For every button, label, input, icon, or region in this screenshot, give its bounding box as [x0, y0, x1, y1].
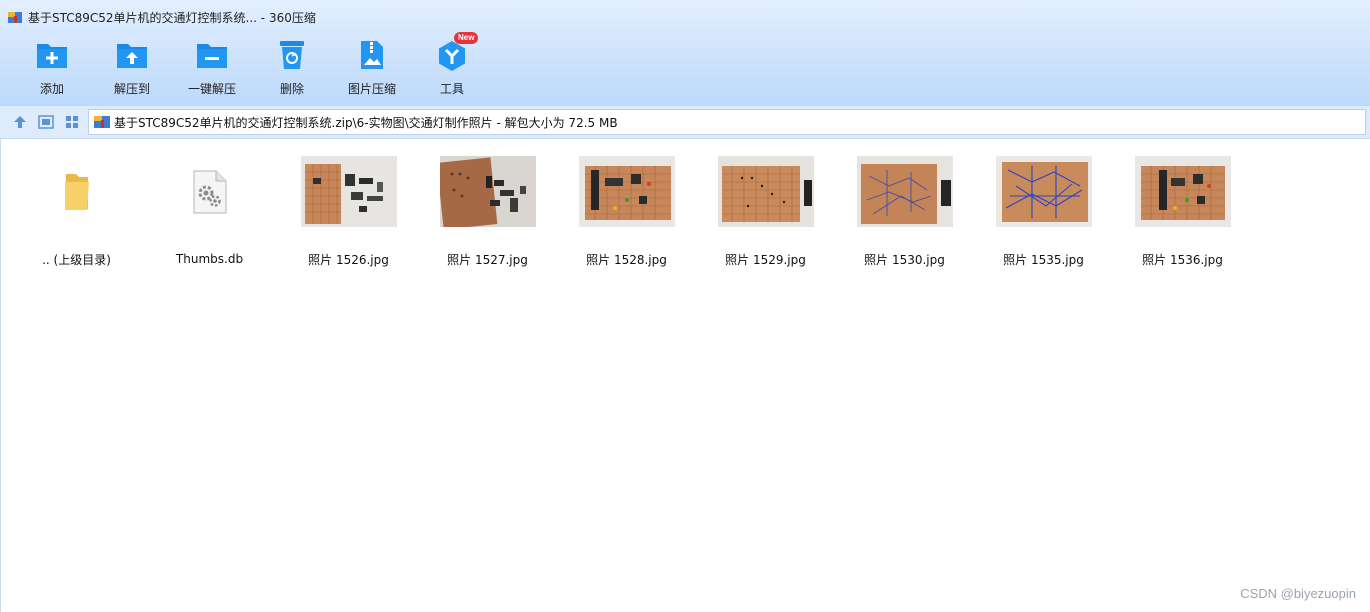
navigation-bar: 基于STC89C52单片机的交通灯控制系统.zip\6-实物图\交通灯制作照片 …: [0, 106, 1370, 139]
file-item-photo-1536[interactable]: 照片 1536.jpg: [1113, 156, 1252, 268]
zip-archive-icon: [94, 116, 110, 128]
photo-thumbnail: [578, 156, 675, 227]
title-bar: 基于STC89C52单片机的交通灯控制系统... - 360压缩: [0, 0, 1370, 34]
image-compress-label: 图片压缩: [347, 82, 396, 96]
extract-to-icon: [117, 44, 147, 68]
image-compress-button[interactable]: 图片压缩: [332, 38, 412, 102]
extract-to-label: 解压到: [113, 82, 150, 96]
photo-thumbnail: [717, 156, 814, 227]
settings-file-icon: [193, 170, 226, 214]
photo-thumbnail: [1134, 156, 1231, 227]
file-item-thumbs-db[interactable]: Thumbs.db: [140, 156, 279, 268]
watermark: CSDN @biyezuopin: [1240, 586, 1356, 601]
file-name: 照片 1536.jpg: [1142, 253, 1223, 267]
file-item-photo-1529[interactable]: 照片 1529.jpg: [696, 156, 835, 268]
file-item-parent-folder[interactable]: .. (上级目录): [7, 156, 146, 268]
address-bar[interactable]: 基于STC89C52单片机的交通灯控制系统.zip\6-实物图\交通灯制作照片 …: [88, 109, 1366, 135]
one-click-extract-icon: [197, 44, 227, 68]
file-item-photo-1528[interactable]: 照片 1528.jpg: [557, 156, 696, 268]
delete-icon: [280, 41, 304, 69]
file-name: 照片 1528.jpg: [586, 253, 667, 267]
photo-thumbnail: [995, 156, 1092, 227]
archive-path: 基于STC89C52单片机的交通灯控制系统.zip\6-实物图\交通灯制作照片 …: [114, 115, 618, 130]
new-badge: New: [454, 32, 479, 44]
add-archive-icon: [37, 44, 67, 68]
photo-thumbnail: [856, 156, 953, 227]
extract-to-button[interactable]: 解压到: [92, 38, 172, 102]
file-name: 照片 1529.jpg: [725, 253, 806, 267]
one-click-extract-button[interactable]: 一键解压: [172, 38, 252, 102]
tools-label: 工具: [439, 82, 464, 96]
file-item-photo-1526[interactable]: 照片 1526.jpg: [279, 156, 418, 268]
image-compress-icon: [361, 41, 383, 69]
folder-icon: [64, 173, 89, 210]
toolbar: 添加 解压到 一键解压 删除 图片压缩 New 工具: [0, 32, 1370, 106]
file-item-photo-1535[interactable]: 照片 1535.jpg: [974, 156, 1113, 268]
delete-label: 删除: [279, 82, 304, 96]
tools-button[interactable]: New 工具: [412, 32, 492, 102]
file-name: 照片 1527.jpg: [447, 253, 528, 267]
add-label: 添加: [39, 82, 64, 96]
thumbnail-view-icon[interactable]: [64, 114, 80, 130]
file-item-photo-1530[interactable]: 照片 1530.jpg: [835, 156, 974, 268]
file-name: .. (上级目录): [42, 253, 111, 267]
photo-thumbnail: [300, 156, 397, 227]
file-item-photo-1527[interactable]: 照片 1527.jpg: [418, 156, 557, 268]
file-name: 照片 1530.jpg: [864, 253, 945, 267]
file-name: 照片 1535.jpg: [1003, 253, 1084, 267]
window-title: 基于STC89C52单片机的交通灯控制系统... - 360压缩: [28, 10, 316, 25]
file-name: Thumbs.db: [175, 252, 244, 266]
delete-button[interactable]: 删除: [252, 38, 332, 102]
photo-thumbnail: [439, 156, 536, 227]
up-arrow-icon[interactable]: [12, 114, 28, 130]
list-view-icon[interactable]: [38, 114, 54, 130]
file-name: 照片 1526.jpg: [308, 253, 389, 267]
add-button[interactable]: 添加: [12, 38, 92, 102]
one-click-extract-label: 一键解压: [187, 82, 236, 96]
app-icon: [8, 12, 22, 23]
file-grid: .. (上级目录) Thumbs.db 照片 1526.jpg 照片 1527.…: [0, 138, 1370, 612]
